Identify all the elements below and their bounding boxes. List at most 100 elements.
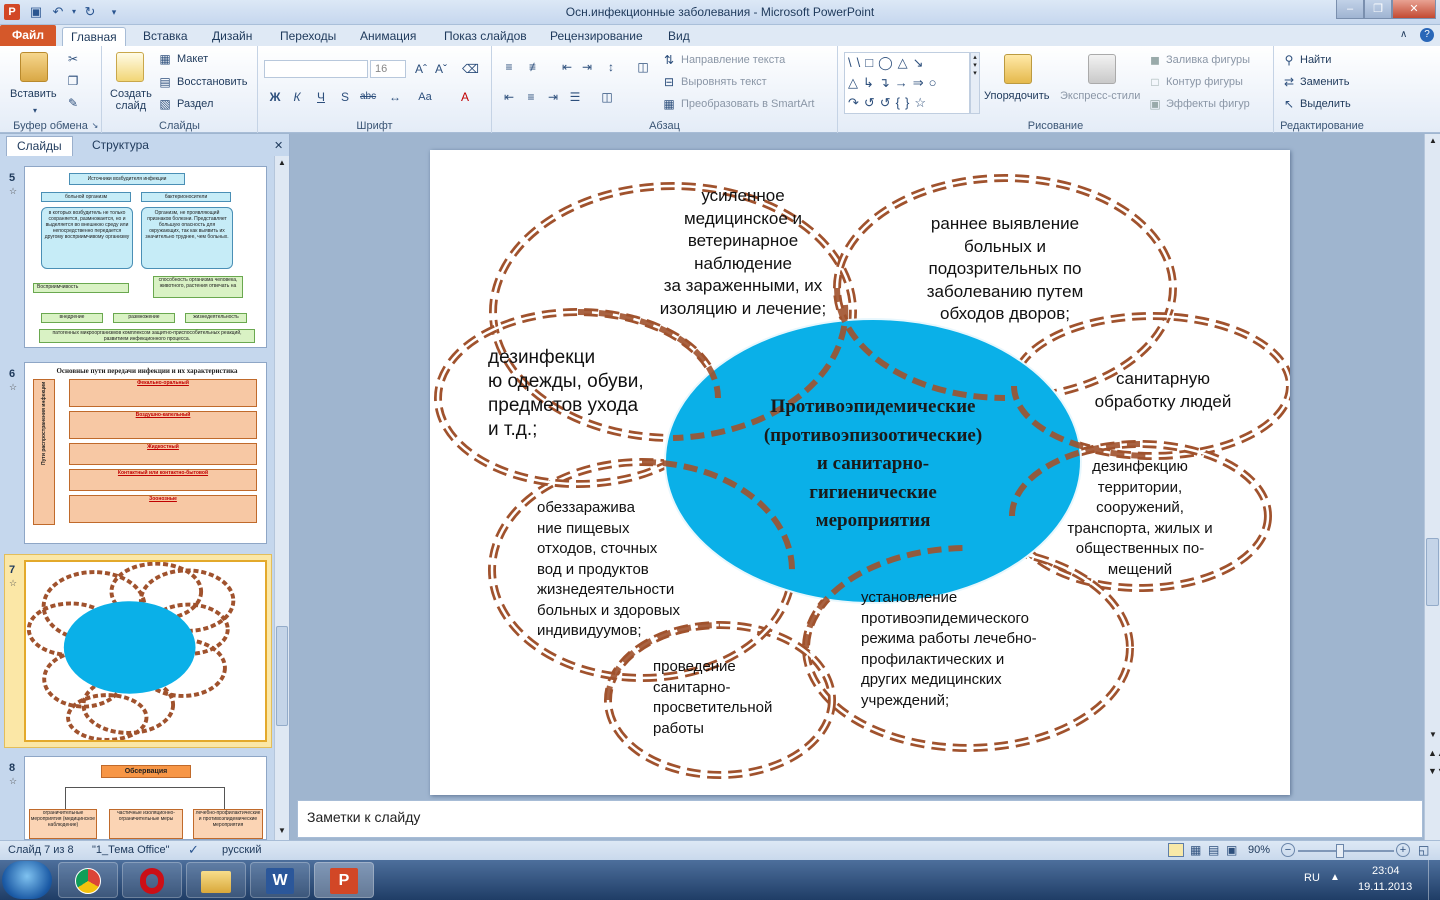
- tab-design[interactable]: Дизайн: [204, 27, 260, 46]
- find-button[interactable]: Найти: [1300, 54, 1331, 66]
- tab-slideshow[interactable]: Показ слайдов: [436, 27, 535, 46]
- paste-button[interactable]: Вставить: [10, 88, 57, 100]
- tab-review[interactable]: Рецензирование: [542, 27, 651, 46]
- copy-icon[interactable]: ❐: [66, 74, 80, 88]
- clock-date[interactable]: 19.11.2013: [1358, 881, 1412, 893]
- grow-font-icon[interactable]: Aˆ: [414, 62, 428, 76]
- maximize-button[interactable]: ❐: [1364, 0, 1392, 19]
- previous-slide-icon[interactable]: ▲▲: [1428, 748, 1440, 758]
- reading-view-icon[interactable]: ▤: [1208, 843, 1219, 857]
- replace-icon[interactable]: ⇄: [1282, 75, 1296, 89]
- scroll-down-icon[interactable]: ▼: [1429, 730, 1437, 739]
- slide-sorter-icon[interactable]: ▦: [1190, 843, 1201, 857]
- zoom-slider[interactable]: [1298, 850, 1394, 852]
- clear-formatting-icon[interactable]: ⌫: [462, 62, 479, 76]
- slide-thumbnail-7[interactable]: [24, 560, 267, 742]
- font-family-combo[interactable]: [264, 60, 368, 78]
- slide-canvas[interactable]: Противоэпидемические (противоэпизоотичес…: [430, 150, 1290, 795]
- section-button[interactable]: Раздел: [177, 98, 213, 110]
- bubble-early-detection[interactable]: раннее выявление больных и подозрительны…: [915, 213, 1095, 326]
- slideshow-view-icon[interactable]: ▣: [1226, 843, 1237, 857]
- smartart-icon[interactable]: ▦: [662, 97, 676, 111]
- start-button[interactable]: [2, 861, 52, 899]
- slide-thumbnail-6[interactable]: Основные пути передачи инфекции и их хар…: [24, 362, 267, 544]
- close-pane-icon[interactable]: ✕: [274, 139, 283, 152]
- shapes-gallery[interactable]: \\□◯△↘ △↳↴→⇒○ ↷↺↺{}☆: [844, 52, 970, 114]
- help-icon[interactable]: ?: [1420, 28, 1434, 42]
- new-slide-button[interactable]: Создать слайд: [110, 88, 152, 112]
- strikethrough-icon[interactable]: abc: [360, 90, 376, 104]
- bubble-regime[interactable]: установление противоэпидемического режим…: [861, 588, 1077, 711]
- arrange-icon[interactable]: [1004, 54, 1032, 84]
- slide-thumbnail-5[interactable]: Источники возбудителя инфекции больной о…: [24, 166, 267, 348]
- reset-icon[interactable]: ▤: [158, 75, 172, 89]
- shapes-scroll[interactable]: ▴ ▾ ▾: [970, 52, 980, 114]
- zoom-out-icon[interactable]: −: [1281, 843, 1295, 857]
- character-spacing-icon[interactable]: ↔: [388, 90, 402, 104]
- show-desktop-button[interactable]: [1428, 860, 1440, 900]
- find-icon[interactable]: ⚲: [1282, 53, 1296, 67]
- scroll-thumb[interactable]: [1426, 538, 1439, 606]
- align-left-icon[interactable]: ⇤: [502, 90, 516, 104]
- reset-button[interactable]: Восстановить: [177, 76, 247, 88]
- clock-time[interactable]: 23:04: [1372, 865, 1400, 877]
- taskbar-opera[interactable]: [122, 862, 182, 898]
- zoom-in-icon[interactable]: +: [1396, 843, 1410, 857]
- text-direction-icon[interactable]: ⇅: [662, 53, 676, 67]
- smartart-button[interactable]: Преобразовать в SmartArt: [681, 98, 814, 110]
- shape-outline-button[interactable]: Контур фигуры: [1166, 76, 1243, 88]
- line-spacing-icon[interactable]: ↕: [604, 60, 618, 74]
- zoom-level[interactable]: 90%: [1248, 844, 1270, 856]
- minimize-button[interactable]: –: [1336, 0, 1364, 19]
- paste-dropdown-icon[interactable]: ▾: [28, 104, 42, 118]
- tab-file[interactable]: Файл: [0, 25, 56, 46]
- replace-button[interactable]: Заменить: [1300, 76, 1349, 88]
- fit-to-window-icon[interactable]: ◱: [1418, 843, 1429, 857]
- tab-view[interactable]: Вид: [660, 27, 698, 46]
- tray-arrow-icon[interactable]: ▲: [1330, 872, 1340, 883]
- quick-styles-icon[interactable]: [1088, 54, 1116, 84]
- bubble-surveillance[interactable]: усиленное медицинское и ветеринарное наб…: [638, 185, 848, 320]
- columns-icon[interactable]: ◫: [636, 60, 650, 74]
- shadow-icon[interactable]: S: [338, 90, 352, 104]
- language-label[interactable]: русский: [222, 844, 261, 856]
- notes-pane[interactable]: Заметки к слайду: [297, 800, 1423, 838]
- justify-icon[interactable]: ☰: [568, 90, 582, 104]
- taskbar-explorer[interactable]: [186, 862, 246, 898]
- taskbar-word[interactable]: W: [250, 862, 310, 898]
- shape-fill-button[interactable]: Заливка фигуры: [1166, 54, 1250, 66]
- clipboard-launcher-icon[interactable]: ↘: [88, 119, 102, 133]
- align-right-icon[interactable]: ⇥: [546, 90, 560, 104]
- taskbar-chrome[interactable]: [58, 862, 118, 898]
- zoom-slider-thumb[interactable]: [1336, 844, 1344, 858]
- underline-icon[interactable]: Ч: [314, 90, 328, 104]
- tab-animations[interactable]: Анимация: [352, 27, 424, 46]
- shrink-font-icon[interactable]: Aˇ: [434, 62, 448, 76]
- select-icon[interactable]: ↖: [1282, 97, 1296, 111]
- center-title[interactable]: Противоэпидемические (противоэпизоотичес…: [718, 393, 1028, 536]
- scroll-up-icon[interactable]: ▲: [278, 158, 286, 167]
- align-center-icon[interactable]: ≡: [524, 90, 538, 104]
- align-text-button[interactable]: Выровнять текст: [681, 76, 767, 88]
- tab-outline[interactable]: Структура: [82, 136, 159, 156]
- slide-scrollbar[interactable]: ▲ ▼ ▲▲ ▼▼: [1424, 134, 1440, 840]
- layout-icon[interactable]: ▦: [158, 52, 172, 66]
- scroll-down-icon[interactable]: ▼: [278, 826, 286, 835]
- bubble-waste-disinfection[interactable]: обеззаражива ние пищевых отходов, сточны…: [537, 498, 700, 642]
- taskbar-powerpoint[interactable]: P: [314, 862, 374, 898]
- cut-icon[interactable]: ✂: [66, 52, 80, 66]
- arrange-button[interactable]: Упорядочить: [984, 90, 1049, 102]
- italic-icon[interactable]: К: [290, 90, 304, 104]
- numbering-icon[interactable]: ≢: [528, 60, 542, 74]
- tab-slides[interactable]: Слайды: [6, 136, 73, 156]
- shape-outline-icon[interactable]: □: [1148, 75, 1162, 89]
- slide-thumbnail-8[interactable]: Обсервация ограничительные мероприятия (…: [24, 756, 267, 840]
- bubble-sanitation-people[interactable]: санитарную обработку людей: [1080, 368, 1246, 413]
- input-language[interactable]: RU: [1304, 872, 1320, 884]
- theme-name[interactable]: "1_Тема Office": [92, 844, 170, 856]
- tab-home[interactable]: Главная: [62, 27, 126, 46]
- align-text-icon[interactable]: ⊟: [662, 75, 676, 89]
- select-button[interactable]: Выделить: [1300, 98, 1351, 110]
- close-button[interactable]: ✕: [1392, 0, 1436, 19]
- normal-view-icon[interactable]: [1168, 843, 1184, 857]
